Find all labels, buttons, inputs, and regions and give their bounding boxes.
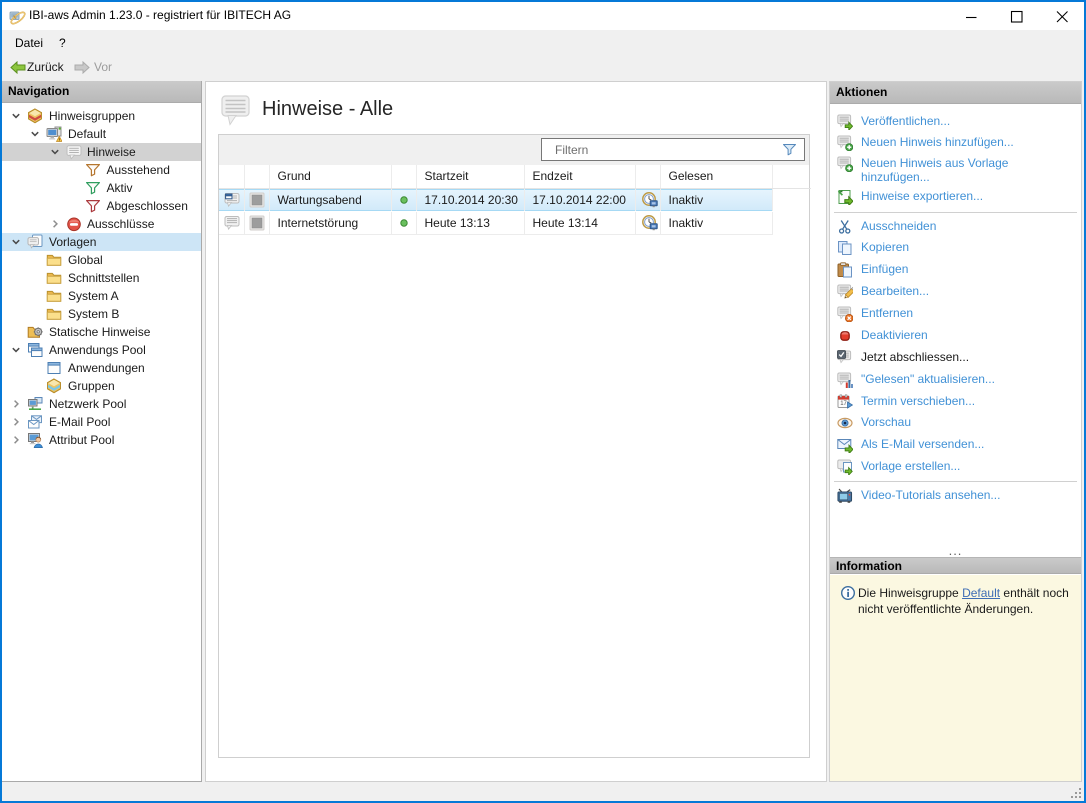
svg-text:17: 17: [840, 401, 847, 407]
